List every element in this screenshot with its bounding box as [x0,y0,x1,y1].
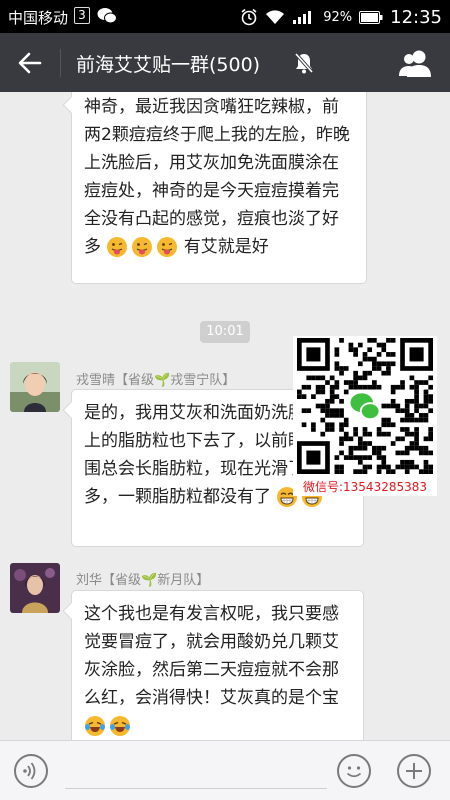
smiley-icon [346,766,362,778]
bell-off-icon [294,52,314,74]
sprout-icon: 🌱 [154,373,171,388]
tongue-out-emoji-icon [107,237,128,257]
chat-message-list[interactable]: 神奇，最近我因贪嘴狂吃辣椒，前两2颗痘痘终于爬上我的左脸，昨晚上洗脸后，用艾灰加… [0,92,450,740]
laugh-cry-emoji-icon [110,716,130,736]
voice-icon [23,762,36,780]
avatar-photo-icon [10,563,60,613]
qr-code-overlay: 微信号:13543285383 [293,336,437,496]
arrow-left-icon[interactable] [14,47,46,79]
bubble-tail [62,602,80,620]
chat-title: 前海艾艾贴一群(500) [76,54,261,76]
bubble-tail [62,401,80,419]
message-text-end: 有艾就是好 [183,237,269,257]
wechat-icon [97,8,117,24]
emoji-group [106,236,178,258]
notification-count-badge: 3 [74,7,90,24]
header-divider [60,49,61,77]
tongue-out-emoji-icon [157,237,178,257]
qr-caption: 微信号:13543285383 [302,480,428,494]
qr-code-icon [297,338,433,474]
signal-icon [293,11,312,24]
sender-name: 刘华【省级🌱新月队】 [76,573,210,588]
bubble-tail [62,96,80,114]
message-bubble[interactable]: 神奇，最近我因贪嘴狂吃辣椒，前两2颗痘痘终于爬上我的左脸，昨晚上洗脸后，用艾灰加… [62,92,367,284]
wifi-icon [266,10,285,24]
alarm-icon [241,8,257,26]
sender-name: 戎雪晴【省级🌱戎雪宁队】 [76,373,236,388]
status-indicators: 92% 12:35 [240,4,442,30]
avatar[interactable] [10,362,60,412]
sprout-icon: 🌱 [141,573,158,588]
avatar[interactable] [10,563,60,613]
avatar-photo-icon [10,362,60,412]
plus-icon [406,763,422,779]
emoji-group [84,715,131,737]
laugh-cry-emoji-icon [85,716,105,736]
battery-percent: 92% [323,9,353,25]
message-input[interactable] [65,749,327,789]
message-bubble[interactable]: 这个我也是有发言权呢，我只要感觉要冒痘了，就会用酸奶兑几颗艾灰涂脸，然后第二天痘… [62,590,364,740]
plus-button[interactable] [397,754,431,788]
status-bar: 中国移动 3 92% 12:35 [0,0,450,33]
battery-icon [359,10,383,24]
emoji-button[interactable] [337,754,371,788]
carrier-label: 中国移动 [8,9,69,27]
clock: 12:35 [390,6,442,28]
message-text: 这个我也是有发言权呢，我只要感觉要冒痘了，就会用酸奶兑几颗艾灰涂脸，然后第二天痘… [84,604,339,708]
time-divider: 10:01 [200,321,250,343]
voice-button[interactable] [14,754,48,788]
input-bar [0,740,450,800]
message-text-tail: 多 [84,237,101,257]
tongue-out-emoji-icon [132,237,153,257]
chat-header: 前海艾艾贴一群(500) [0,33,450,92]
group-icon[interactable] [398,48,432,78]
message-text: 神奇，最近我因贪嘴狂吃辣椒，前两2颗痘痘终于爬上我的左脸，昨晚上洗脸后，用艾灰加… [84,97,350,229]
